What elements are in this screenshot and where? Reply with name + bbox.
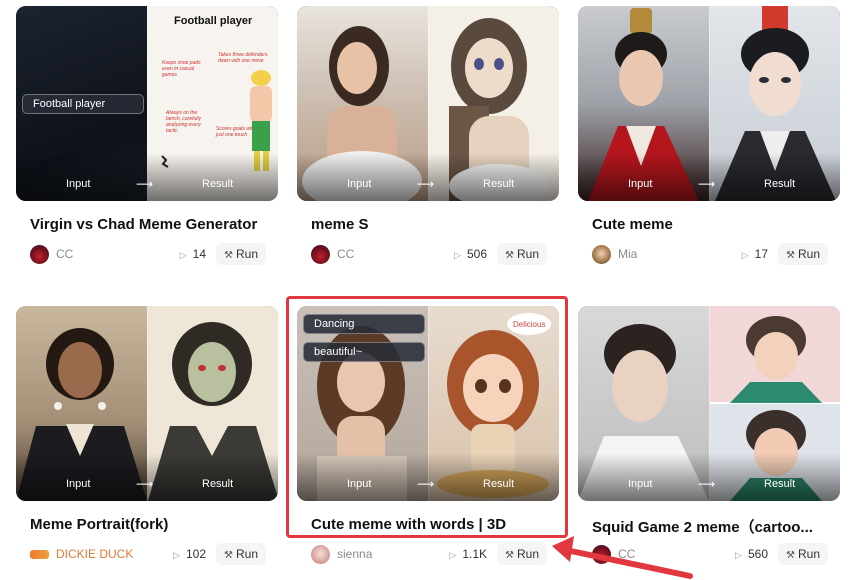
magic-wand-icon: ⚒ [786, 250, 795, 261]
card-thumbnail[interactable]: Input ⟶ Result [16, 306, 278, 501]
result-label: Result [202, 478, 234, 490]
card-title[interactable]: meme S [311, 216, 551, 233]
svg-text:games: games [162, 72, 178, 78]
input-label: Input [66, 178, 91, 190]
run-button[interactable]: ⚒ Run [778, 543, 828, 565]
duck-logo-icon [30, 550, 49, 559]
input-label: Input [347, 178, 372, 190]
play-icon: ▷ [735, 550, 742, 560]
card-title[interactable]: Meme Portrait(fork) [30, 516, 270, 533]
run-button[interactable]: ⚒ Run [497, 243, 547, 265]
right-arrow-icon: ⟶ [698, 477, 716, 491]
play-icon: ▷ [173, 550, 180, 560]
card-thumbnail[interactable]: Input ⟶ Result [297, 6, 559, 201]
run-count: ▷ 17 [741, 247, 768, 261]
input-label: Input [628, 478, 653, 490]
run-button[interactable]: ⚒ Run [216, 543, 266, 565]
card-title[interactable]: Cute meme [592, 216, 832, 233]
magic-wand-icon: ⚒ [505, 550, 514, 561]
right-arrow-icon: ⟶ [417, 177, 435, 191]
app-card[interactable]: Input ⟶ Result Meme Portrait(fork) DICKI… [16, 306, 278, 580]
prompt-tag: Football player [22, 94, 144, 114]
author-name[interactable]: DICKIE DUCK [56, 547, 133, 561]
annotation-arrow-icon [552, 536, 693, 579]
mask-avatar-icon [30, 245, 49, 264]
card-thumbnail[interactable]: Input ⟶ Result [578, 306, 840, 501]
play-icon: ▷ [449, 550, 457, 560]
right-arrow-icon: ⟶ [698, 177, 716, 191]
run-button[interactable]: ⚒ Run [778, 243, 828, 265]
author-name[interactable]: CC [337, 247, 354, 261]
girl-avatar-icon [311, 545, 330, 564]
app-card[interactable]: Input ⟶ Result meme S CC ▷ 506 ⚒ Run [297, 6, 559, 296]
card-thumbnail[interactable]: Football player Keeps shoe pads even in … [16, 6, 278, 201]
magic-wand-icon: ⚒ [505, 250, 514, 261]
input-label: Input [628, 178, 653, 190]
author-name[interactable]: Mia [618, 247, 637, 261]
result-label: Result [483, 178, 515, 190]
result-label: Result [764, 178, 796, 190]
highlight-box [286, 296, 568, 538]
play-icon: ▷ [741, 250, 749, 260]
mask-avatar-icon [311, 245, 330, 264]
run-count: ▷ 14 [179, 247, 206, 261]
author-name[interactable]: CC [56, 247, 73, 261]
right-arrow-icon: ⟶ [136, 177, 154, 191]
run-count: ▷ 506 [454, 247, 487, 261]
result-label: Result [764, 478, 796, 490]
run-button[interactable]: ⚒ Run [216, 243, 266, 265]
result-label: Result [202, 178, 234, 190]
input-label: Input [66, 478, 91, 490]
magic-wand-icon: ⚒ [786, 550, 795, 561]
play-icon: ▷ [179, 250, 187, 260]
svg-text:just one touch: just one touch [215, 132, 247, 138]
author-name[interactable]: sienna [337, 547, 372, 561]
app-card[interactable]: Input ⟶ Result Cute meme Mia ▷ 17 ⚒ Run [578, 6, 840, 296]
result-heading: Football player [174, 15, 253, 27]
svg-text:down with one move: down with one move [218, 58, 264, 64]
svg-text:tactic: tactic [166, 128, 178, 134]
magic-wand-icon: ⚒ [224, 250, 233, 261]
play-icon: ▷ [454, 250, 461, 260]
card-thumbnail[interactable]: Input ⟶ Result [578, 6, 840, 201]
magic-wand-icon: ⚒ [224, 550, 233, 561]
run-count: ▷ 102 [173, 547, 206, 561]
run-count: ▷ 560 [735, 547, 768, 561]
app-card[interactable]: Football player Keeps shoe pads even in … [16, 6, 278, 296]
right-arrow-icon: ⟶ [136, 477, 154, 491]
girl-avatar-icon [592, 245, 611, 264]
card-title[interactable]: Virgin vs Chad Meme Generator [30, 216, 270, 233]
run-count: ▷ 1.1K [449, 547, 487, 561]
